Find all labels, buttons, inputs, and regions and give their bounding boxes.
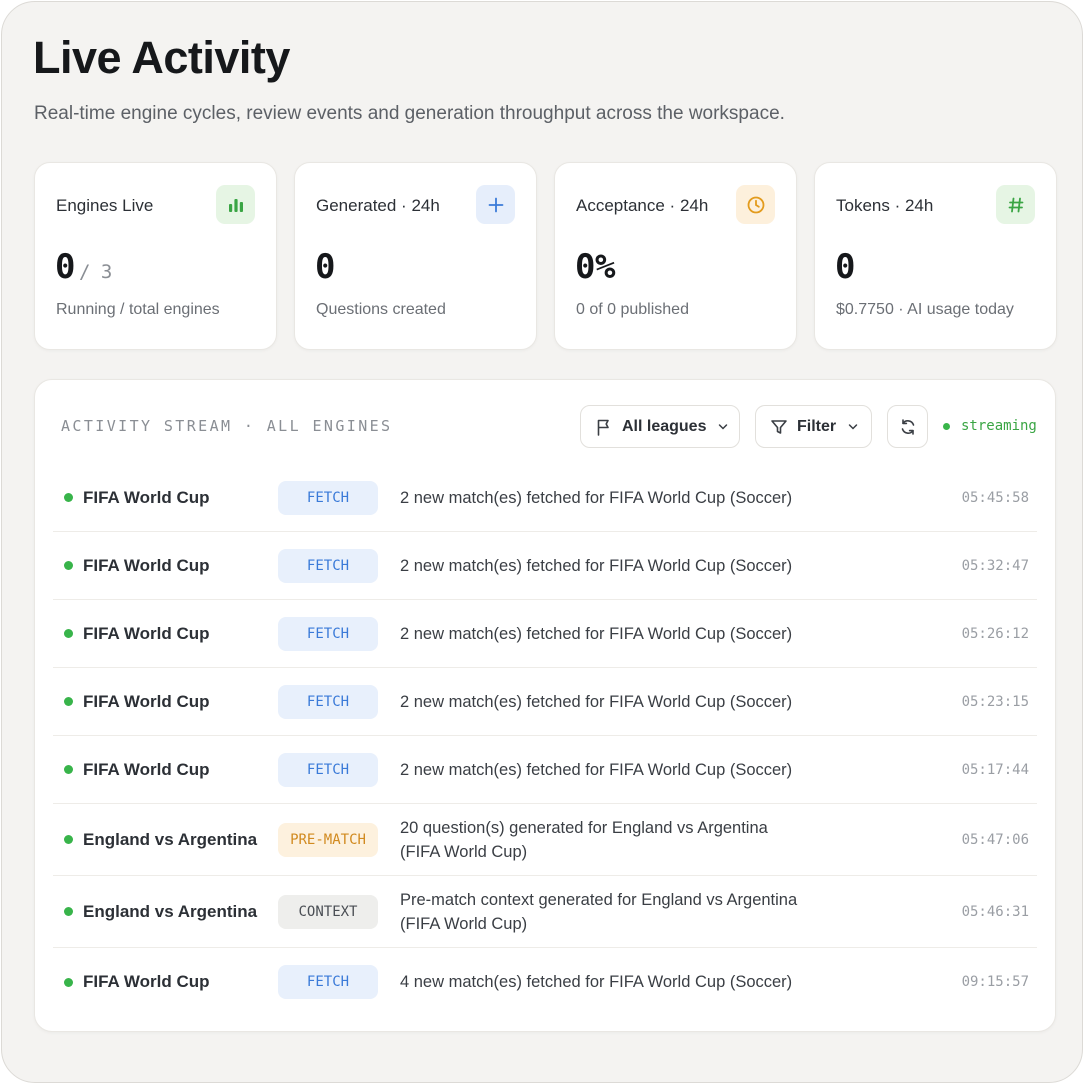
stat-value: 0 [835, 247, 855, 287]
refresh-button[interactable] [887, 405, 928, 448]
event-tag: CONTEXT [278, 894, 378, 929]
event-time: 05:47:06 [961, 831, 1029, 848]
status-dot [943, 422, 950, 430]
plus-icon [476, 185, 515, 224]
status-dot [64, 765, 73, 774]
clock-icon [736, 185, 775, 224]
hash-icon [996, 185, 1035, 224]
event-time: 05:46:31 [961, 903, 1029, 920]
event-message: 4 new match(es) fetched for FIFA World C… [400, 973, 793, 991]
activity-list: FIFA World Cup FETCH 2 new match(es) fet… [53, 464, 1037, 1016]
filter-dropdown-label: Filter [797, 417, 837, 435]
refresh-icon [901, 418, 914, 435]
event-tag: FETCH [278, 548, 378, 583]
event-tag: FETCH [278, 752, 378, 787]
event-source: FIFA World Cup [83, 691, 210, 711]
stat-caption: Questions created [316, 301, 446, 318]
event-time: 05:23:15 [961, 693, 1029, 710]
activity-stream-panel: ACTIVITY STREAM · ALL ENGINES All league… [34, 379, 1056, 1032]
flag-icon [597, 419, 609, 436]
page-subtitle: Real-time engine cycles, review events a… [34, 103, 785, 124]
stat-total: / 3 [78, 261, 112, 283]
event-message: 2 new match(es) fetched for FIFA World C… [400, 556, 793, 575]
bar-chart-icon [216, 185, 255, 224]
stat-label: Tokens · 24h [836, 196, 934, 215]
stat-value: 0/ 3 [55, 247, 112, 287]
list-item[interactable]: FIFA World Cup FETCH 4 new match(es) fet… [53, 948, 1037, 1016]
event-message: 2 new match(es) fetched for FIFA World C… [400, 760, 793, 779]
list-item[interactable]: FIFA World Cup FETCH 2 new match(es) fet… [53, 600, 1037, 668]
list-item[interactable]: England vs Argentina CONTEXT Pre-match c… [53, 876, 1037, 948]
status-dot [64, 835, 73, 844]
stat-caption: 0 of 0 published [576, 301, 689, 318]
stat-caption: Running / total engines [56, 301, 220, 318]
event-time: 09:15:57 [961, 974, 1029, 990]
status-dot [64, 697, 73, 706]
stat-caption: $0.7750 · AI usage today [836, 301, 1014, 318]
event-tag: FETCH [278, 684, 378, 719]
stat-card-acceptance: Acceptance · 24h 0% 0 of 0 published [554, 162, 797, 350]
event-tag: PRE-MATCH [278, 822, 378, 857]
event-source: FIFA World Cup [83, 759, 210, 779]
event-tag: FETCH [278, 616, 378, 651]
stat-card-engines-live: Engines Live 0/ 3 Running / total engine… [34, 162, 277, 350]
stat-card-generated: Generated · 24h 0 Questions created [294, 162, 537, 350]
event-tag: FETCH [278, 480, 378, 515]
stat-label: Generated · 24h [316, 196, 440, 215]
app-window: Live Activity Real-time engine cycles, r… [1, 1, 1083, 1083]
list-item[interactable]: England vs Argentina PRE-MATCH 20 questi… [53, 804, 1037, 876]
event-tag: FETCH [278, 965, 378, 999]
event-time: 05:45:58 [961, 489, 1029, 506]
page-title: Live Activity [33, 32, 290, 83]
event-message: 2 new match(es) fetched for FIFA World C… [400, 692, 793, 711]
event-message: Pre-match context generated for England … [400, 890, 798, 933]
list-item[interactable]: FIFA World Cup FETCH 2 new match(es) fet… [53, 668, 1037, 736]
event-message: 20 question(s) generated for England vs … [400, 818, 768, 861]
list-item[interactable]: FIFA World Cup FETCH 2 new match(es) fet… [53, 464, 1037, 532]
list-item[interactable]: FIFA World Cup FETCH 2 new match(es) fet… [53, 736, 1037, 804]
stat-label: Engines Live [56, 196, 154, 215]
event-message: 2 new match(es) fetched for FIFA World C… [400, 624, 793, 643]
event-time: 05:32:47 [961, 557, 1029, 574]
status-dot [64, 907, 73, 916]
status-dot [64, 629, 73, 638]
leagues-dropdown-label: All leagues [622, 417, 707, 435]
status-dot [64, 977, 73, 987]
event-source: England vs Argentina [83, 829, 258, 849]
streaming-label: streaming [961, 418, 1037, 434]
stat-value: 0% [575, 247, 615, 287]
event-time: 05:26:12 [961, 625, 1029, 642]
event-time: 05:17:44 [961, 761, 1029, 778]
event-source: England vs Argentina [83, 901, 258, 921]
stat-label: Acceptance · 24h [576, 196, 709, 215]
event-source: FIFA World Cup [83, 972, 210, 991]
event-source: FIFA World Cup [83, 487, 210, 507]
event-source: FIFA World Cup [83, 623, 210, 643]
filter-dropdown[interactable]: Filter [755, 405, 872, 448]
status-dot [64, 561, 73, 570]
stat-card-tokens: Tokens · 24h 0 $0.7750 · AI usage today [814, 162, 1057, 350]
list-item[interactable]: FIFA World Cup FETCH 2 new match(es) fet… [53, 532, 1037, 600]
event-source: FIFA World Cup [83, 555, 210, 575]
stat-value: 0 [315, 247, 335, 287]
streaming-status: streaming [943, 418, 1037, 434]
event-message: 2 new match(es) fetched for FIFA World C… [400, 488, 793, 507]
chevron-down-icon [848, 423, 858, 430]
leagues-dropdown[interactable]: All leagues [580, 405, 740, 448]
status-dot [64, 493, 73, 502]
filter-icon [771, 419, 787, 434]
chevron-down-icon [719, 423, 728, 430]
panel-title: ACTIVITY STREAM · ALL ENGINES [61, 417, 393, 435]
